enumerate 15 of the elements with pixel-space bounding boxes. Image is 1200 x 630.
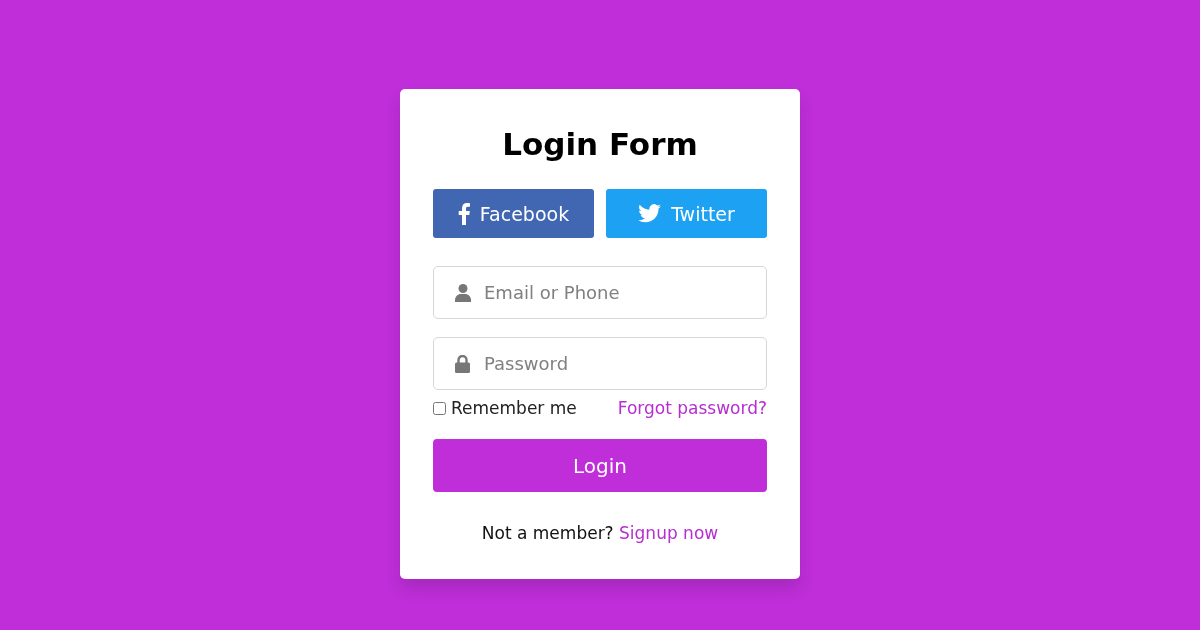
forgot-password-link[interactable]: Forgot password? — [617, 398, 767, 418]
person-icon — [455, 284, 471, 302]
remember-checkbox[interactable] — [433, 401, 446, 415]
form-title: Login Form — [501, 126, 699, 162]
signup-link[interactable]: Signup now — [619, 523, 719, 543]
twitter-button[interactable]: Twitter — [606, 189, 767, 238]
login-button[interactable]: Login — [433, 439, 767, 492]
password-field[interactable]: Password — [433, 337, 767, 390]
remember-label: Remember me — [451, 398, 577, 418]
facebook-button[interactable]: Facebook — [433, 189, 594, 238]
email-field[interactable]: Email or Phone — [433, 266, 767, 319]
bird-icon — [638, 204, 662, 223]
lock-icon — [455, 355, 470, 373]
signup-prompt: Not a member? Signup now — [480, 523, 720, 543]
f-logo-icon — [457, 202, 470, 225]
